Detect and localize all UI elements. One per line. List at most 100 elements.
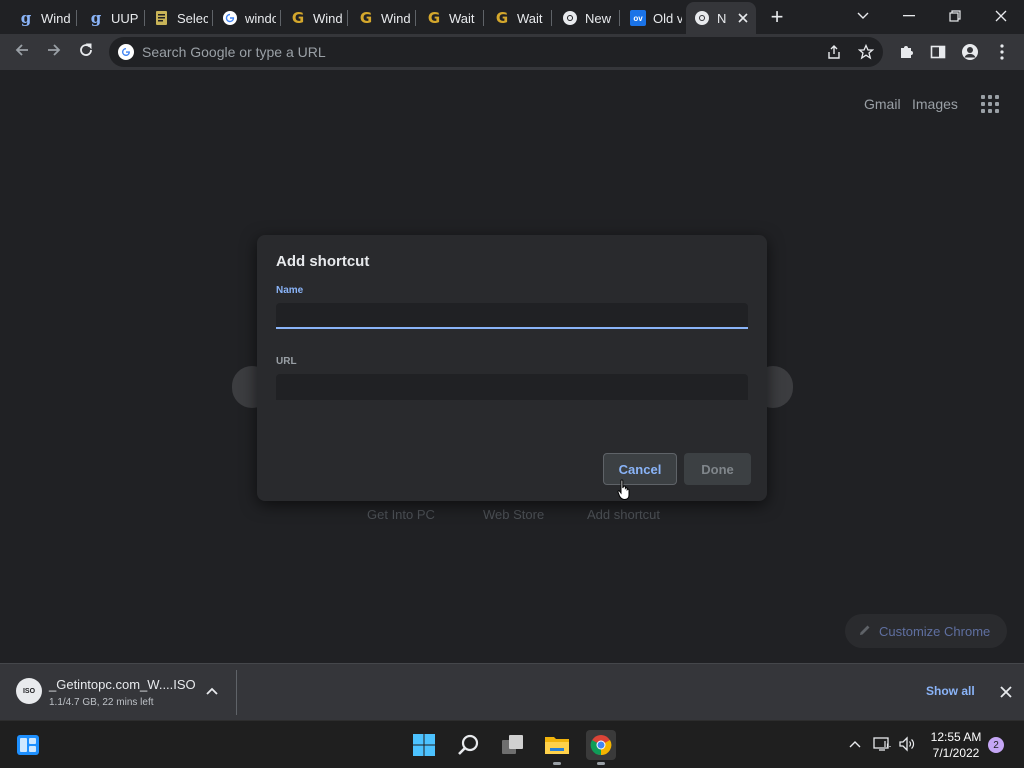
chevron-up-icon[interactable] [204,684,220,700]
tab-wind-3[interactable]: G Wind [350,4,412,32]
minimize-icon[interactable] [894,4,924,28]
tab-title: Wait [517,10,543,26]
tab-title: Wait [449,10,475,26]
chrome-favicon-icon [694,10,710,26]
document-favicon-icon [154,10,170,26]
tab-wind-1[interactable]: g Wind [10,4,72,32]
gmail-link[interactable]: Gmail [864,96,901,112]
show-all-button[interactable]: Show all [926,684,975,698]
browser-toolbar: Search Google or type a URL [0,34,1024,70]
widgets-icon[interactable] [13,730,43,760]
chrome-taskbar-icon[interactable] [586,730,616,765]
tab-separator [619,10,620,26]
tab-wait-1[interactable]: G Wait [418,4,480,32]
volume-icon[interactable] [898,735,916,753]
download-shelf: ISO _Getintopc.com_W....ISO 1.1/4.7 GB, … [0,663,1024,720]
tab-title: windo [245,10,276,26]
tab-title: Wind [41,10,71,26]
share-icon[interactable] [824,43,844,61]
tab-select[interactable]: Selec [146,4,208,32]
tab-title: Selec [177,10,208,26]
name-input[interactable] [276,303,748,329]
reload-button[interactable] [74,40,98,64]
new-tab-button[interactable]: + [765,6,789,30]
screen: g Wind g UUP Selec windo G Wind G Wind G… [0,0,1024,768]
notification-badge[interactable]: 2 [988,737,1004,753]
new-tab-page: Gmail Images Get Into PC Web Store Add s… [0,70,1024,663]
tab-separator [415,10,416,26]
done-button[interactable]: Done [684,453,751,485]
tab-windows[interactable]: windo [214,4,276,32]
running-indicator [553,762,561,765]
tab-title: UUP [111,10,139,26]
google-apps-grid-icon[interactable] [981,95,999,113]
clock-date: 7/1/2022 [932,746,980,760]
tab-title: Wind [313,10,343,26]
url-input[interactable] [276,374,748,400]
tab-strip: g Wind g UUP Selec windo G Wind G Wind G… [0,0,1024,34]
tab-wait-2[interactable]: G Wait [486,4,548,32]
google-g-icon [118,44,134,60]
tab-close-icon[interactable] [737,12,749,24]
tab-title: N [717,10,727,26]
google-favicon-icon [222,10,238,26]
chrome-favicon-icon [562,10,578,26]
tab-search-chevron-icon[interactable] [848,4,878,28]
tab-separator [483,10,484,26]
reload-icon [78,42,94,63]
close-shelf-icon[interactable] [999,685,1013,699]
extensions-puzzle-icon[interactable] [894,40,918,64]
restore-icon[interactable] [940,4,970,28]
task-view-icon[interactable] [498,730,528,760]
address-placeholder: Search Google or type a URL [142,44,326,60]
forward-arrow-icon [46,42,62,63]
window-close-icon[interactable] [986,4,1016,28]
tab-new-tab-active[interactable]: N [686,2,756,34]
G-favicon-icon: G [291,9,305,27]
g-favicon-icon: g [90,9,102,27]
hand-cursor-icon [617,479,631,501]
images-link[interactable]: Images [912,96,958,112]
tab-old[interactable]: ov Old v [622,4,682,32]
G-favicon-icon: G [427,9,441,27]
windows-taskbar: 12:55 AM 7/1/2022 2 [0,720,1024,768]
tab-title: Old v [653,10,682,26]
name-label: Name [276,285,304,296]
cancel-button[interactable]: Cancel [603,453,677,485]
shortcut-web-store[interactable]: Web Store [483,507,544,522]
network-icon[interactable] [873,735,891,753]
system-clock[interactable]: 12:55 AM 7/1/2022 [922,729,990,761]
tray-overflow-chevron-icon[interactable] [846,735,864,753]
shortcut-add-shortcut[interactable]: Add shortcut [587,507,660,522]
ov-favicon-icon: ov [630,10,646,26]
profile-avatar-icon[interactable] [958,40,982,64]
tab-separator [347,10,348,26]
tab-separator [144,10,145,26]
tab-title: New [585,10,612,26]
bookmark-star-icon[interactable] [856,43,876,61]
more-menu-icon[interactable] [990,40,1014,64]
tab-wind-2[interactable]: G Wind [282,4,344,32]
customize-chrome-button[interactable]: Customize Chrome [845,614,1007,648]
dialog-title: Add shortcut [276,253,370,270]
shortcut-get-into-pc[interactable]: Get Into PC [367,507,435,522]
shelf-divider [236,670,237,715]
tab-uup[interactable]: g UUP [80,4,142,32]
customize-label: Customize Chrome [879,623,991,639]
pencil-icon [859,624,871,639]
forward-button[interactable] [42,40,66,64]
tab-separator [212,10,213,26]
tab-title: Wind [381,10,411,26]
side-panel-icon[interactable] [926,40,950,64]
windows-start-icon[interactable] [409,730,439,760]
url-label: URL [276,356,297,367]
add-shortcut-dialog: Add shortcut Name URL Cancel Done [257,235,767,501]
file-explorer-icon[interactable] [542,730,572,765]
download-filename[interactable]: _Getintopc.com_W....ISO [49,677,196,692]
search-icon[interactable] [453,730,483,760]
clock-time: 12:55 AM [930,730,982,744]
address-bar[interactable]: Search Google or type a URL [109,37,883,67]
tab-new[interactable]: New [554,4,616,32]
G-favicon-icon: G [359,9,373,27]
back-button[interactable] [10,40,34,64]
